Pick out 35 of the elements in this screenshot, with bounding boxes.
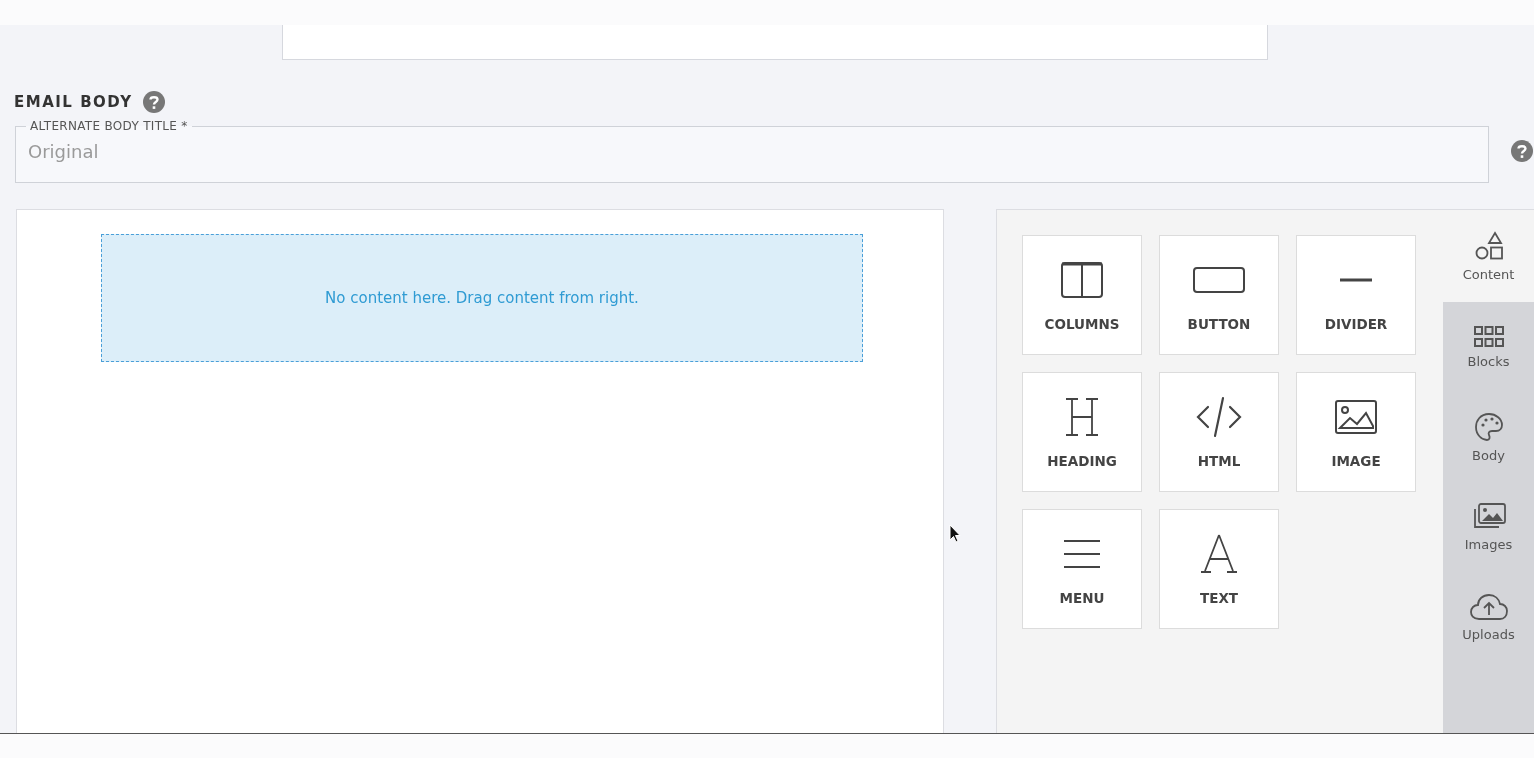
tool-tile[interactable]: COLUMNS [1022, 235, 1142, 355]
tool-tile[interactable]: DIVIDER [1296, 235, 1416, 355]
tool-tile[interactable]: IMAGE [1296, 372, 1416, 492]
tool-label: BUTTON [1187, 316, 1251, 332]
menu-icon [1063, 538, 1101, 570]
tool-tile[interactable]: BUTTON [1159, 235, 1279, 355]
tool-label: HEADING [1047, 453, 1117, 469]
tool-label: IMAGE [1331, 453, 1381, 469]
help-icon[interactable] [142, 91, 165, 113]
section-title: EMAIL BODY [14, 93, 133, 111]
panel-tab[interactable]: Content [1443, 210, 1534, 302]
cloud-upload-icon [1469, 592, 1508, 621]
pictures-icon [1471, 502, 1506, 531]
shapes-icon [1473, 230, 1504, 261]
columns-icon [1060, 261, 1104, 299]
tool-tile[interactable]: HEADING [1022, 372, 1142, 492]
code-icon [1195, 395, 1243, 439]
tool-label: COLUMNS [1044, 316, 1120, 332]
grid-icon [1473, 325, 1504, 348]
input-field[interactable]: ALTERNATE BODY TITLE * Original [15, 119, 1489, 183]
tool-label: DIVIDER [1324, 316, 1388, 332]
rectangle-icon [1192, 266, 1246, 294]
help-icon[interactable] [1511, 140, 1533, 162]
cursor-icon [949, 524, 961, 543]
tool-label: MENU [1059, 590, 1105, 606]
letter-h-icon [1063, 397, 1101, 437]
tool-label: HTML [1197, 453, 1241, 469]
letter-a-icon [1200, 533, 1238, 575]
tool-tile[interactable]: MENU [1022, 509, 1142, 629]
picture-icon [1334, 399, 1378, 435]
tool-tile[interactable]: TEXT [1159, 509, 1279, 629]
dash-icon [1340, 277, 1372, 283]
palette-icon [1473, 411, 1504, 442]
tool-tile[interactable]: HTML [1159, 372, 1279, 492]
tool-label: TEXT [1199, 590, 1239, 606]
